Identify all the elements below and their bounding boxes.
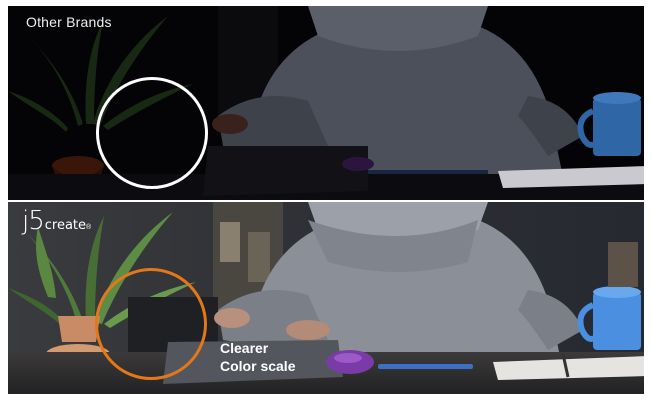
j5create-panel: j5 create ® Clearer Color scale (8, 202, 644, 394)
comparison-highlight-circle (96, 77, 208, 189)
other-brands-label: Other Brands (26, 14, 112, 30)
j5create-logo: j5 create ® (22, 206, 91, 236)
caption-line-1: Clearer (220, 340, 269, 356)
logo-trademark: ® (86, 224, 92, 231)
logo-j5: j5 (22, 206, 45, 236)
other-brands-panel: Other Brands (8, 6, 644, 200)
logo-create: create (44, 218, 87, 233)
caption-line-2: Color scale (220, 358, 296, 374)
comparison-highlight-circle (95, 268, 207, 380)
feature-caption: Clearer Color scale (220, 339, 295, 375)
